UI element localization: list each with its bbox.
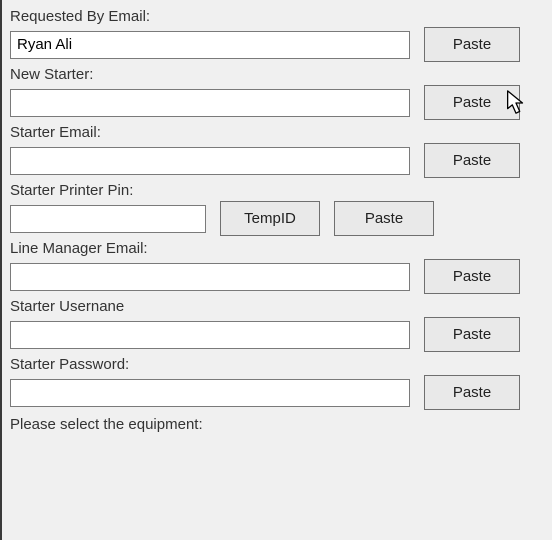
starter-password-label: Starter Password:	[10, 356, 546, 373]
new-starter-input[interactable]	[10, 89, 410, 117]
new-starter-label: New Starter:	[10, 66, 546, 83]
paste-requested-by-email-button[interactable]: Paste	[424, 27, 520, 62]
requested-by-email-input[interactable]	[10, 31, 410, 59]
starter-printer-pin-input[interactable]	[10, 205, 206, 233]
form-panel: Requested By Email: Paste New Starter: P…	[0, 0, 552, 540]
select-equipment-label: Please select the equipment:	[10, 416, 546, 433]
paste-starter-email-button[interactable]: Paste	[424, 143, 520, 178]
starter-username-input[interactable]	[10, 321, 410, 349]
paste-new-starter-button[interactable]: Paste	[424, 85, 520, 120]
line-manager-email-input[interactable]	[10, 263, 410, 291]
starter-email-input[interactable]	[10, 147, 410, 175]
starter-username-label: Starter Usernane	[10, 298, 546, 315]
starter-printer-pin-label: Starter Printer Pin:	[10, 182, 546, 199]
temp-id-button[interactable]: TempID	[220, 201, 320, 236]
starter-email-label: Starter Email:	[10, 124, 546, 141]
paste-starter-username-button[interactable]: Paste	[424, 317, 520, 352]
starter-password-input[interactable]	[10, 379, 410, 407]
paste-line-manager-email-button[interactable]: Paste	[424, 259, 520, 294]
paste-printer-pin-button[interactable]: Paste	[334, 201, 434, 236]
line-manager-email-label: Line Manager Email:	[10, 240, 546, 257]
paste-starter-password-button[interactable]: Paste	[424, 375, 520, 410]
requested-by-email-label: Requested By Email:	[10, 8, 546, 25]
